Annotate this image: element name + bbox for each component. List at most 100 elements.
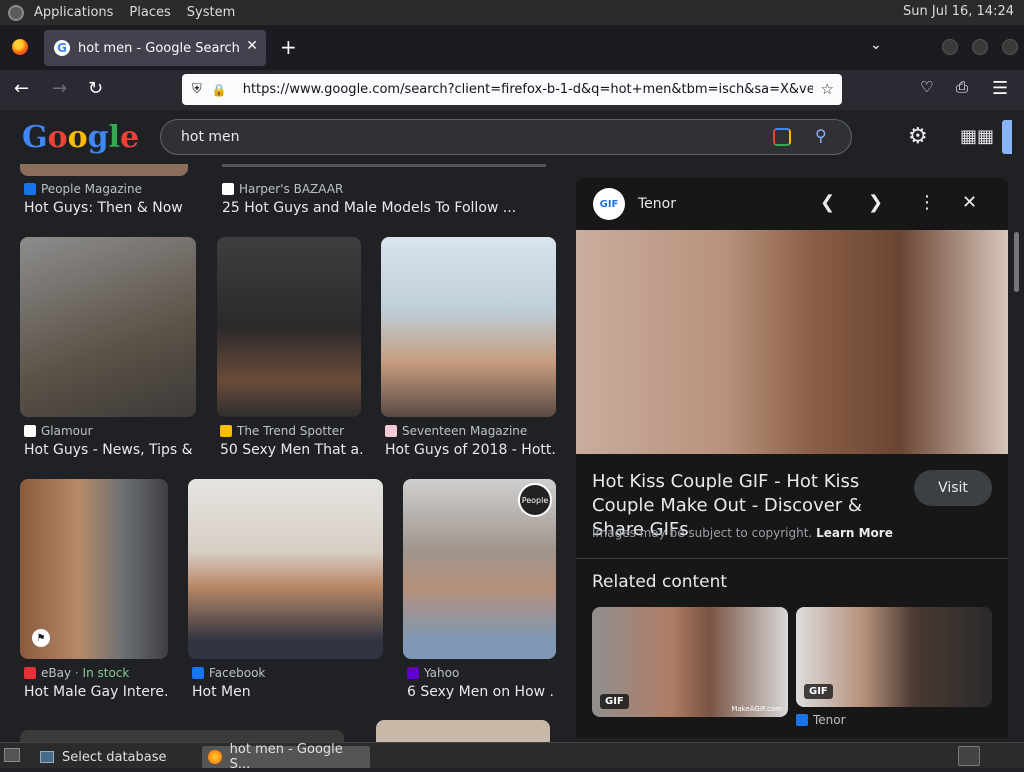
result-source[interactable]: Seventeen Magazine <box>385 424 527 438</box>
workspace-switcher-icon[interactable] <box>958 746 980 766</box>
gnome-foot-icon[interactable] <box>8 4 24 21</box>
back-arrow-icon[interactable]: ← <box>14 78 29 99</box>
result-image-1[interactable] <box>20 164 188 176</box>
gnome-bottom-taskbar: Select database hot men - Google S... <box>0 742 1024 772</box>
hamburger-menu-icon[interactable]: ☰ <box>992 78 1008 99</box>
copyright-text: Images may be subject to copyright. <box>592 526 813 540</box>
result-source[interactable]: Glamour <box>24 424 93 438</box>
system-menu[interactable]: System <box>187 5 235 20</box>
minimize-button[interactable] <box>942 39 958 55</box>
tracking-shield-icon[interactable]: ⛨ <box>192 82 202 97</box>
result-image-row4[interactable] <box>376 720 550 742</box>
result-title[interactable]: Hot Men <box>192 684 382 700</box>
search-box: ⚲ <box>160 119 852 155</box>
new-tab-button[interactable]: + <box>280 35 297 59</box>
source-name: The Trend Spotter <box>237 424 345 438</box>
extensions-puzzle-icon[interactable]: ⎙ <box>956 78 968 96</box>
google-apps-grid-icon[interactable]: ▦▦ <box>960 126 994 147</box>
bookmark-star-icon[interactable]: ☆ <box>821 80 834 98</box>
navigation-toolbar: ← → ↻ ⛨ 🔒 https://www.google.com/search?… <box>0 70 1024 110</box>
taskbar-item-firefox[interactable]: hot men - Google S... <box>202 742 370 772</box>
forward-arrow-icon[interactable]: → <box>52 78 67 99</box>
result-image-row4[interactable] <box>20 730 344 742</box>
next-image-icon[interactable]: ❯ <box>868 192 883 213</box>
tab-title: hot men - Google Search <box>78 40 240 56</box>
result-title[interactable]: Hot Guys of 2018 - Hott... <box>385 442 555 458</box>
previous-image-icon[interactable]: ❮ <box>820 192 835 213</box>
url-bar[interactable]: ⛨ 🔒 https://www.google.com/search?client… <box>182 74 842 105</box>
copyright-notice: Images may be subject to copyright. Lear… <box>592 526 893 540</box>
more-options-icon[interactable]: ⋮ <box>918 192 936 213</box>
lock-icon[interactable]: 🔒 <box>212 83 227 97</box>
result-image-facebook[interactable] <box>188 479 383 659</box>
source-favicon-icon <box>220 425 232 437</box>
gnome-top-panel: Applications Places System Sun Jul 16, 1… <box>0 0 1024 25</box>
result-title[interactable]: Hot Guys - News, Tips & ... <box>24 442 196 458</box>
related-source[interactable]: Tenor <box>796 713 846 727</box>
gif-badge: GIF <box>600 694 629 709</box>
gif-badge: GIF <box>804 684 833 699</box>
google-doodle-logo[interactable]: Google <box>22 120 139 155</box>
source-name: Seventeen Magazine <box>402 424 528 438</box>
source-favicon-icon <box>192 667 204 679</box>
firefox-icon[interactable] <box>12 39 28 55</box>
taskbar-item-select-database[interactable]: Select database <box>34 746 194 768</box>
result-image-2[interactable] <box>222 164 546 167</box>
taskbar-label: Select database <box>62 749 167 765</box>
google-lens-icon[interactable] <box>773 128 791 146</box>
tab-google-search[interactable]: G hot men - Google Search ✕ <box>44 30 266 66</box>
search-icon[interactable]: ⚲ <box>815 126 827 145</box>
show-desktop-icon[interactable] <box>4 748 20 762</box>
result-title[interactable]: 50 Sexy Men That a... <box>220 442 362 458</box>
account-avatar[interactable] <box>1002 120 1012 154</box>
logo-letter: o <box>47 120 68 155</box>
result-image-seventeen[interactable] <box>381 237 556 417</box>
result-image-trend-spotter[interactable] <box>217 237 361 417</box>
related-image-1[interactable]: GIF MakeAGIF.com <box>592 607 788 717</box>
reload-icon[interactable]: ↻ <box>88 78 103 99</box>
source-favicon-icon <box>796 714 808 726</box>
result-source[interactable]: eBay · In stock <box>24 666 129 680</box>
result-image-yahoo[interactable]: People <box>403 479 556 659</box>
result-title[interactable]: Hot Male Gay Intere... <box>24 684 168 700</box>
tenor-logo-icon[interactable]: GIF <box>593 188 625 220</box>
result-source[interactable]: Harper's BAZAAR <box>222 182 343 196</box>
learn-more-link[interactable]: Learn More <box>816 526 893 540</box>
logo-letter: e <box>120 120 140 155</box>
result-source[interactable]: The Trend Spotter <box>220 424 344 438</box>
places-menu[interactable]: Places <box>129 5 170 20</box>
close-panel-icon[interactable]: ✕ <box>962 192 977 213</box>
preview-image[interactable] <box>576 230 1008 454</box>
search-input[interactable] <box>181 129 741 145</box>
result-image-glamour[interactable] <box>20 237 196 417</box>
panel-clock[interactable]: Sun Jul 16, 14:24 <box>903 4 1014 19</box>
window-icon <box>40 751 54 763</box>
result-source[interactable]: People Magazine <box>24 182 142 196</box>
source-favicon-icon <box>385 425 397 437</box>
source-name: Facebook <box>209 666 266 680</box>
close-window-button[interactable] <box>1002 39 1018 55</box>
maximize-button[interactable] <box>972 39 988 55</box>
source-favicon-icon <box>24 425 36 437</box>
logo-letter: o <box>67 120 88 155</box>
url-text[interactable]: https://www.google.com/search?client=fir… <box>243 82 813 97</box>
applications-menu[interactable]: Applications <box>34 5 113 20</box>
panel-source-name[interactable]: Tenor <box>638 196 676 212</box>
close-tab-icon[interactable]: ✕ <box>246 38 258 54</box>
source-name: People Magazine <box>41 182 142 196</box>
pocket-icon[interactable]: ♡ <box>920 78 933 96</box>
list-all-tabs-chevron-icon[interactable]: ⌄ <box>870 37 882 53</box>
logo-letter: G <box>22 120 48 155</box>
related-image-2[interactable]: GIF <box>796 607 992 707</box>
panel-divider <box>576 558 1008 559</box>
result-image-ebay[interactable]: ⚑ <box>20 479 168 659</box>
result-source[interactable]: Yahoo <box>407 666 459 680</box>
result-title[interactable]: 6 Sexy Men on How ... <box>407 684 555 700</box>
gear-icon[interactable]: ⚙ <box>908 124 928 149</box>
result-title[interactable]: Hot Guys: Then & Now <box>24 200 204 216</box>
visit-button[interactable]: Visit <box>914 470 992 506</box>
result-title[interactable]: 25 Hot Guys and Male Models To Follow ..… <box>222 200 542 216</box>
google-favicon-icon: G <box>54 40 70 56</box>
result-source[interactable]: Facebook <box>192 666 265 680</box>
page-scrollbar[interactable] <box>1014 232 1019 292</box>
